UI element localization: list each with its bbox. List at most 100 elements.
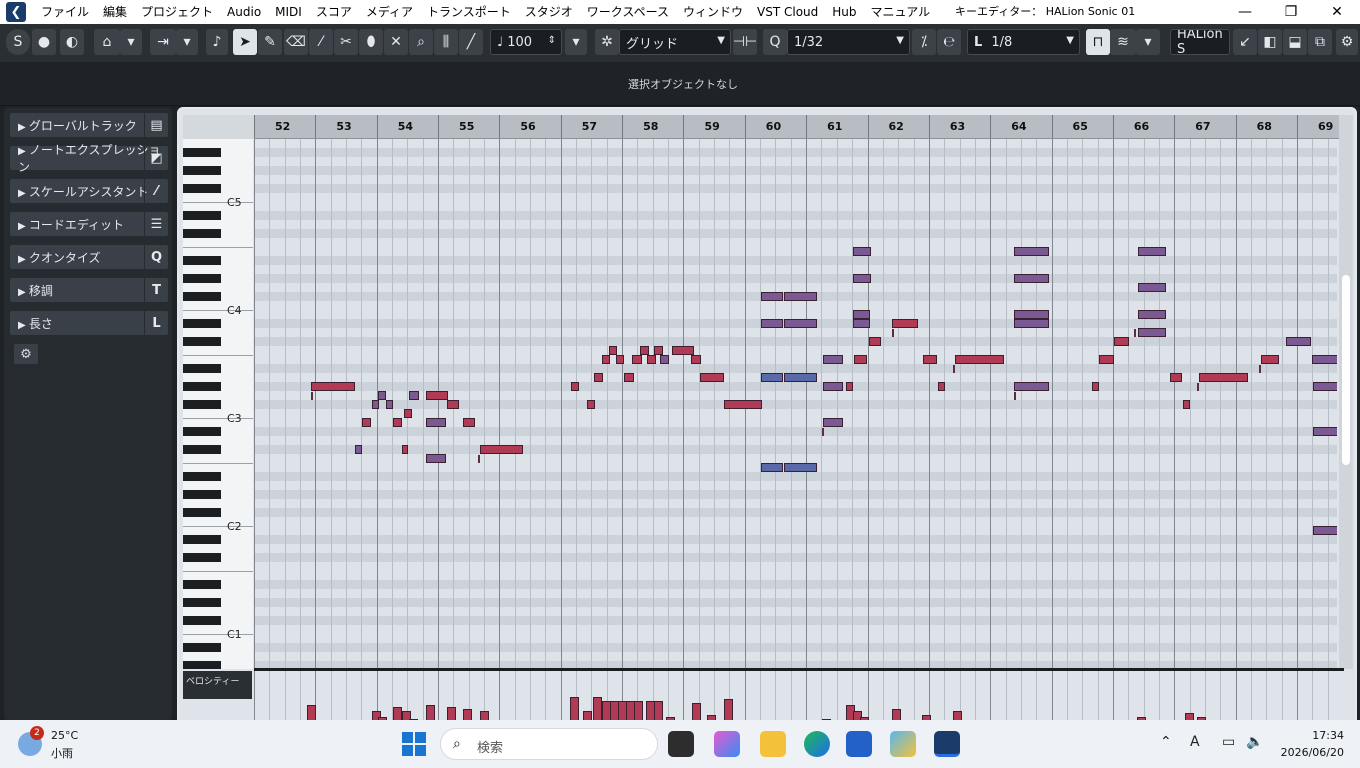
ime-icon[interactable]: A [1190, 734, 1200, 750]
menu-item[interactable]: マニュアル [864, 0, 938, 24]
snap-to-zero-icon[interactable]: ⊣⊢ [733, 29, 757, 55]
zoom-icon[interactable]: ⌕ [409, 29, 433, 55]
black-key[interactable] [183, 292, 221, 301]
black-key[interactable] [183, 616, 221, 625]
draw-icon[interactable]: ✎ [258, 29, 282, 55]
edge-icon[interactable] [804, 731, 830, 757]
inspector-section[interactable]: ノートエクスプレッション◩ [10, 143, 168, 174]
file-explorer-icon[interactable] [760, 731, 786, 757]
auto-scroll-icon[interactable]: ⌂ [94, 29, 120, 55]
object-select-icon[interactable]: ➤ [233, 29, 257, 55]
midi-note[interactable] [853, 310, 870, 319]
chevron-down-icon[interactable]: ▾ [565, 29, 587, 55]
quantize-settings-icon[interactable]: ℮ [937, 29, 961, 55]
midi-note[interactable] [1138, 247, 1166, 256]
midi-note[interactable] [447, 400, 459, 409]
midi-note[interactable] [640, 346, 649, 355]
midi-note[interactable] [892, 319, 918, 328]
black-key[interactable] [183, 400, 221, 409]
inspector-section-icon[interactable]: Q [144, 245, 168, 269]
search-input[interactable]: ⌕ 検索 [440, 728, 658, 760]
lower-zone-icon[interactable]: ⬓ [1283, 29, 1307, 55]
black-key[interactable] [183, 472, 221, 481]
trim-icon[interactable]: ⫼ [434, 29, 458, 55]
midi-note[interactable] [672, 346, 694, 355]
black-key[interactable] [183, 337, 221, 346]
midi-note[interactable] [955, 355, 1004, 364]
midi-note[interactable] [1099, 355, 1114, 364]
menu-item[interactable]: MIDI [268, 0, 309, 24]
midi-note[interactable] [594, 373, 603, 382]
black-key[interactable] [183, 274, 221, 283]
midi-note[interactable] [784, 373, 817, 382]
midi-note[interactable] [691, 355, 701, 364]
midi-note[interactable] [724, 400, 762, 409]
midi-note[interactable] [700, 373, 724, 382]
black-key[interactable] [183, 490, 221, 499]
copilot-icon[interactable] [714, 731, 740, 757]
midi-note[interactable] [1014, 247, 1049, 256]
menu-item[interactable]: ウィンドウ [676, 0, 750, 24]
midi-note[interactable] [463, 418, 475, 427]
glue-icon[interactable]: ⬮ [359, 29, 383, 55]
midi-note[interactable] [372, 400, 379, 409]
inspector-section-icon[interactable]: L [144, 311, 168, 335]
black-key[interactable] [183, 508, 221, 517]
inspector-section[interactable]: スケールアシスタント⁄ [10, 179, 168, 203]
midi-note[interactable] [404, 409, 412, 418]
midi-note[interactable] [426, 418, 446, 427]
midi-note[interactable] [1313, 382, 1337, 391]
midi-note[interactable] [1170, 373, 1182, 382]
black-key[interactable] [183, 580, 221, 589]
menu-item[interactable]: Hub [825, 0, 863, 24]
instrument-button[interactable]: HALion S [1170, 29, 1230, 55]
inspector-section[interactable]: 長さ L [10, 311, 168, 335]
windows-start-icon[interactable] [402, 732, 426, 756]
midi-note[interactable] [1199, 373, 1248, 382]
midi-note[interactable] [1014, 382, 1049, 391]
black-key[interactable] [183, 319, 221, 328]
inspector-section-icon[interactable]: T [144, 278, 168, 302]
ruler[interactable]: 52 53 54 55 56 57 58 59 60 61 62 63 64 65 66 67 68 69 [254, 115, 1344, 139]
solo-icon[interactable]: S [6, 29, 30, 55]
black-key[interactable] [183, 535, 221, 544]
black-key[interactable] [183, 364, 221, 373]
iterative-quantize-icon[interactable]: ⁒ [912, 29, 936, 55]
midi-note[interactable] [587, 400, 595, 409]
chevron-down-icon[interactable]: ▾ [120, 29, 142, 55]
erase-icon[interactable]: ⌫ [284, 29, 308, 55]
task-view-icon[interactable] [668, 731, 694, 757]
menu-item[interactable]: ワークスペース [580, 0, 676, 24]
midi-note[interactable] [761, 319, 783, 328]
menu-item[interactable]: メディア [359, 0, 420, 24]
midi-note[interactable] [1138, 328, 1166, 337]
line-icon[interactable]: ⁄ [309, 29, 333, 55]
inspector-section-icon[interactable]: ☰ [144, 212, 168, 236]
black-key[interactable] [183, 427, 221, 436]
minimize-button[interactable]: — [1222, 0, 1268, 24]
midi-note[interactable] [853, 319, 870, 328]
right-zone-icon[interactable]: ⧉ [1308, 29, 1332, 55]
midi-note[interactable] [823, 418, 843, 427]
clock-date[interactable]: 2026/06/20 [1270, 746, 1344, 759]
menu-item[interactable]: ファイル [34, 0, 96, 24]
note-grid[interactable] [254, 139, 1337, 669]
midi-note[interactable] [784, 319, 817, 328]
vertical-scrollbar[interactable] [1339, 115, 1353, 669]
black-key[interactable] [183, 184, 221, 193]
left-zone-icon[interactable]: ◧ [1258, 29, 1282, 55]
network-icon[interactable]: ▭ [1222, 734, 1235, 750]
inspector-section-icon[interactable]: ⁄ [144, 179, 168, 203]
midi-note[interactable] [938, 382, 945, 391]
chevron-down-icon[interactable]: ▾ [176, 29, 198, 55]
midi-note[interactable] [426, 454, 446, 463]
snap-type-select[interactable]: グリッド ▼ [619, 29, 731, 55]
black-key[interactable] [183, 166, 221, 175]
midi-note[interactable] [647, 355, 656, 364]
window-zone-icon[interactable]: ↙ [1233, 29, 1257, 55]
inspector-section[interactable]: グローバルトラック ▤ [10, 113, 168, 137]
midi-note[interactable] [823, 382, 843, 391]
store-icon[interactable] [846, 731, 872, 757]
scroll-thumb[interactable] [1342, 275, 1350, 465]
chevron-down-icon[interactable]: ▾ [1136, 29, 1160, 55]
